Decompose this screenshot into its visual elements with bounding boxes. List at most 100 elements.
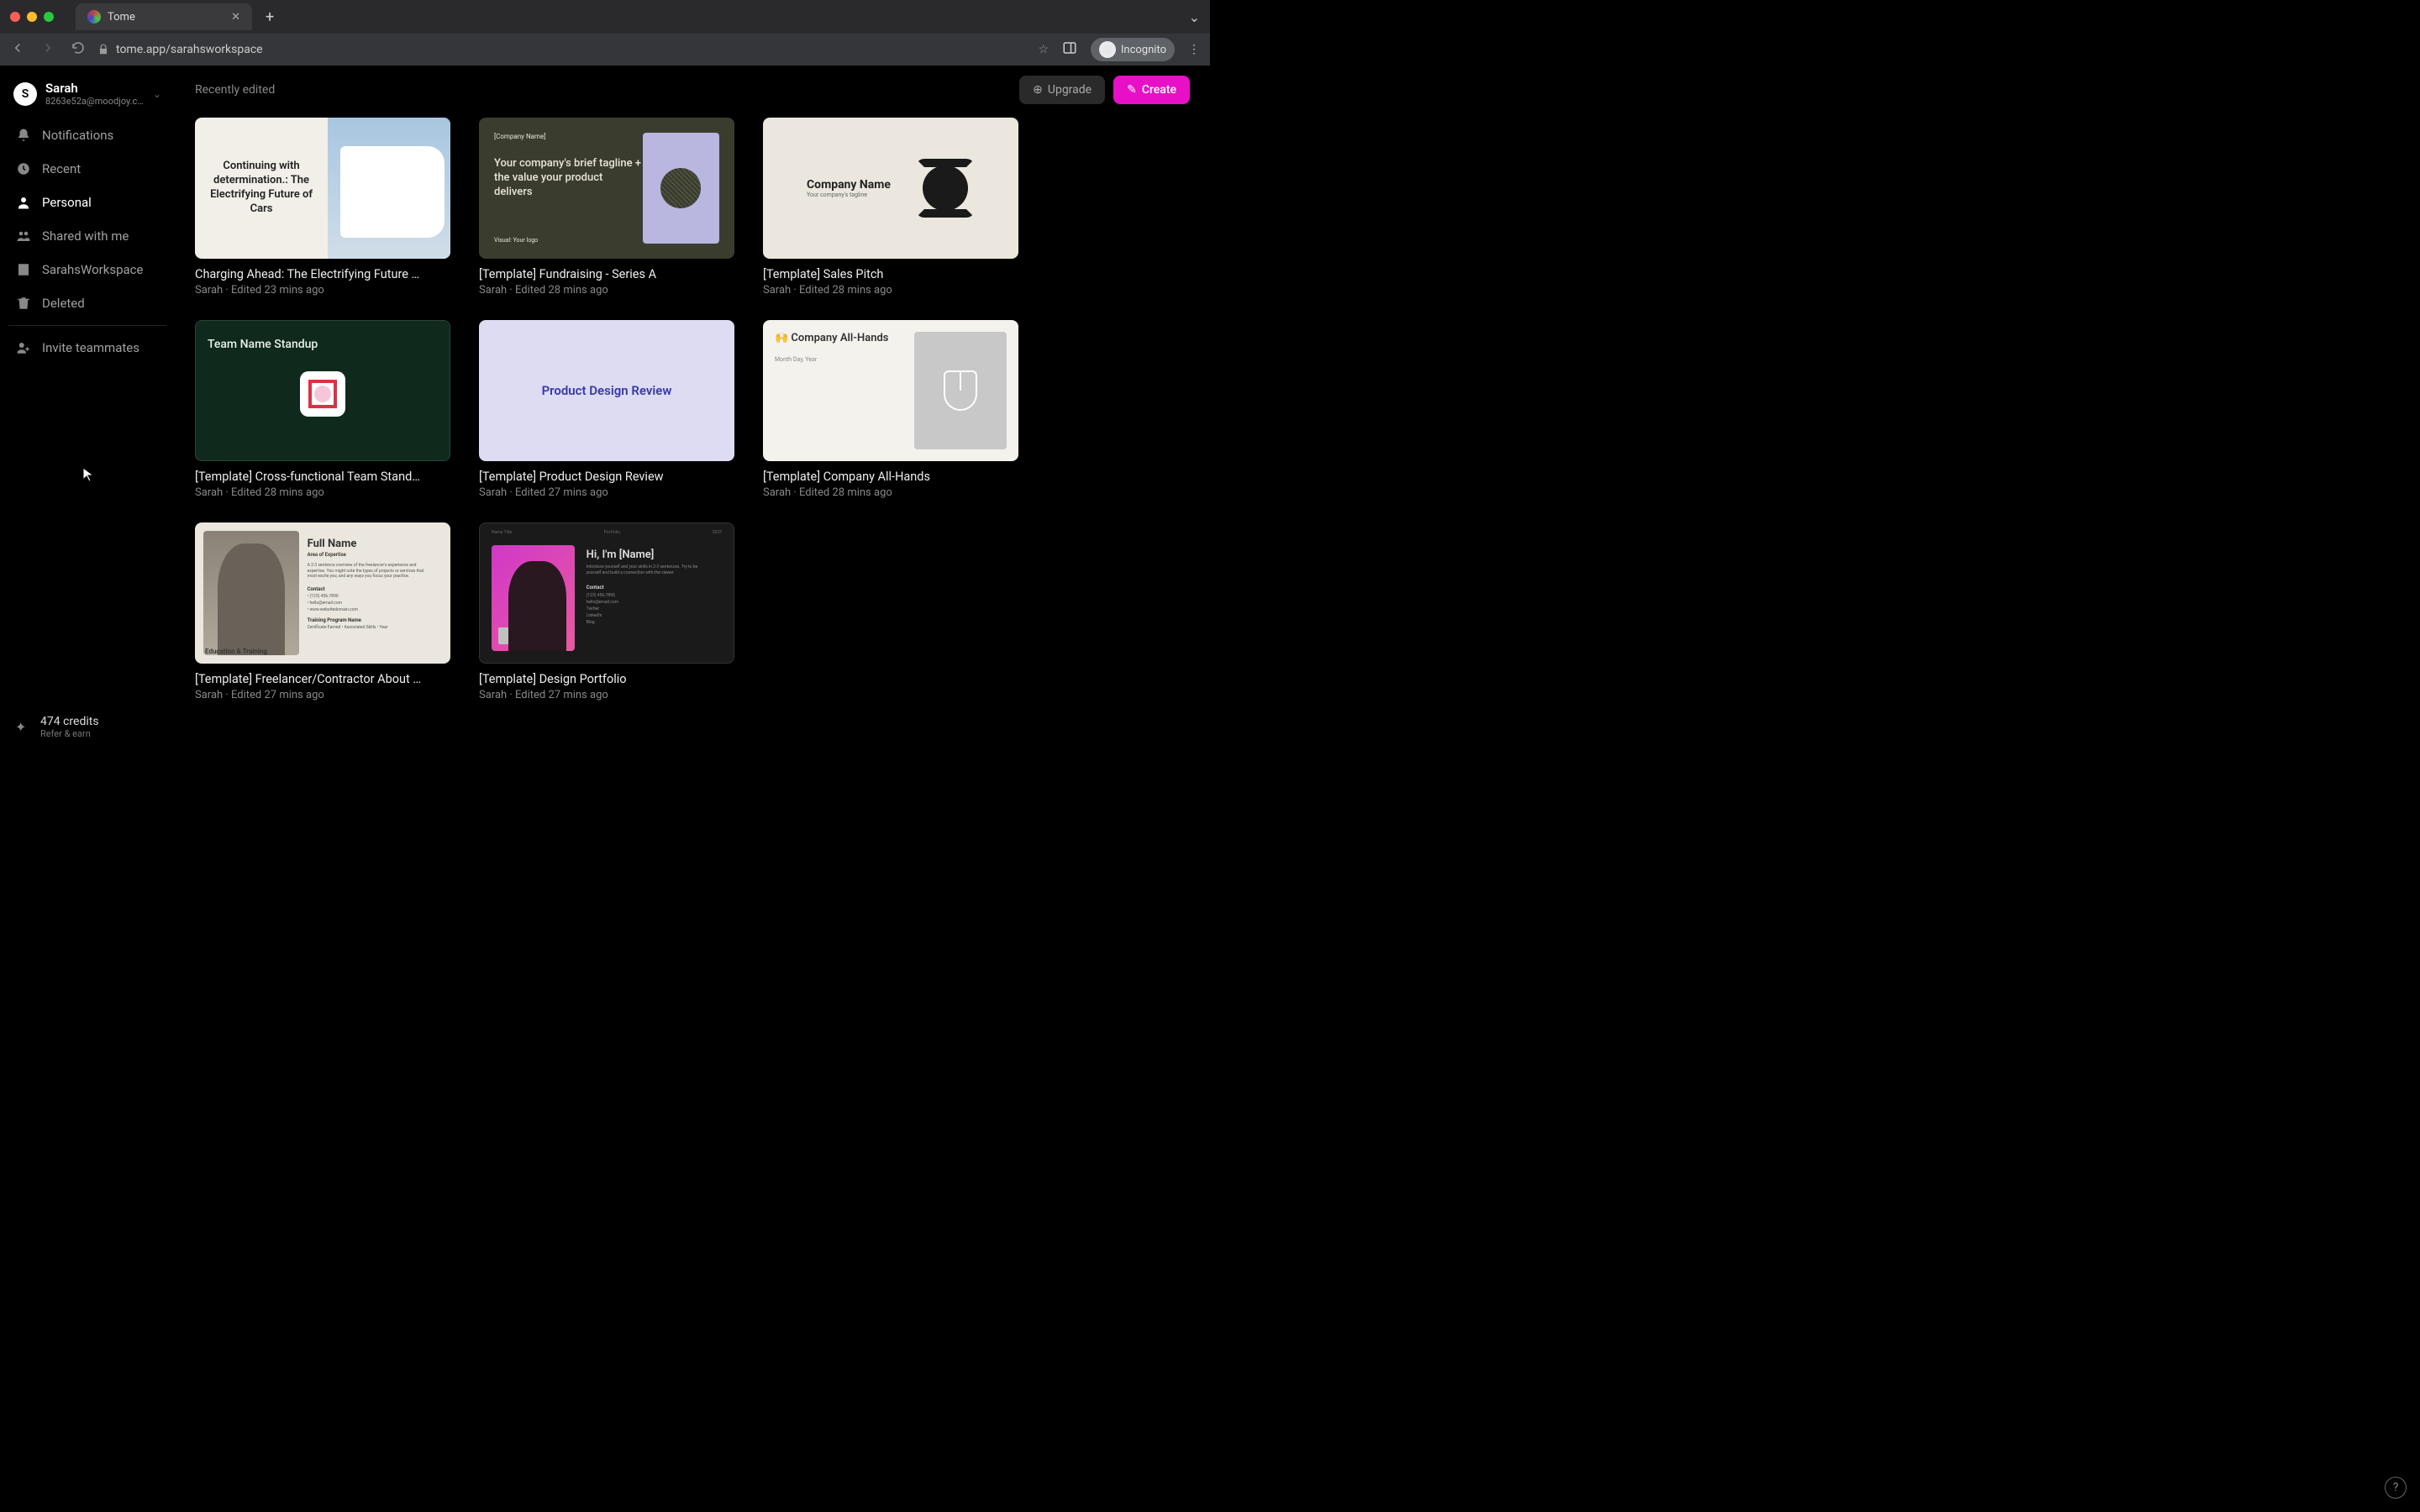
tome-card[interactable]: Company Name Your company's tagline [Tem…: [763, 118, 1018, 297]
thumb-edu-heading: Education & Training: [205, 648, 267, 655]
thumb-name: Full Name: [308, 538, 434, 550]
main-content: Recently edited ⊕ Upgrade ✎ Create Conti…: [175, 66, 1210, 756]
browser-tab[interactable]: Tome ✕: [76, 3, 252, 30]
tome-meta: Sarah · Edited 28 mins ago: [763, 486, 1018, 499]
sidebar-item-label: Personal: [42, 195, 92, 210]
sidebar-item-shared[interactable]: Shared with me: [8, 219, 166, 253]
tab-title: Tome: [108, 11, 135, 24]
tome-card[interactable]: Product Design Review [Template] Product…: [479, 320, 734, 499]
tome-card[interactable]: [Company Name] Your company's brief tagl…: [479, 118, 734, 297]
tome-card[interactable]: 🙌 Company All-Hands Month Day, Year [Tem…: [763, 320, 1018, 499]
new-tab-button[interactable]: +: [266, 8, 274, 26]
sparkle-icon: ✦: [15, 719, 32, 736]
browser-url-bar: tome.app/sarahsworkspace ☆ ◎ Incognito ⋮: [0, 34, 1210, 66]
url-text: tome.app/sarahsworkspace: [116, 43, 263, 56]
clock-icon: [15, 160, 32, 177]
thumb-headline: Continuing with determination.: The Elec…: [207, 160, 316, 217]
address-bar[interactable]: tome.app/sarahsworkspace: [97, 43, 1026, 56]
sidebar-item-deleted[interactable]: Deleted: [8, 286, 166, 320]
thumb-body: A 2-3 sentence overview of the freelance…: [308, 563, 434, 580]
tome-thumbnail: Company Name Your company's tagline: [763, 118, 1018, 259]
tome-card[interactable]: Name TitlePortfolio2023 Hi, I'm [Name] I…: [479, 522, 734, 701]
tome-meta: Sarah · Edited 28 mins ago: [479, 284, 734, 297]
upgrade-button[interactable]: ⊕ Upgrade: [1019, 76, 1105, 104]
tome-title: [Template] Product Design Review: [479, 470, 734, 484]
tome-meta: Sarah · Edited 28 mins ago: [763, 284, 1018, 297]
tome-thumbnail: Full Name Area of Expertise A 2-3 senten…: [195, 522, 450, 664]
circle-icon: [660, 168, 701, 208]
logo-icon: [916, 159, 975, 218]
user-name: Sarah: [45, 81, 145, 96]
create-button[interactable]: ✎ Create: [1113, 76, 1190, 104]
reload-button[interactable]: [71, 40, 86, 59]
credits-widget[interactable]: ✦ 474 credits Refer & earn: [8, 708, 166, 746]
thumb-email: • hello@email.com: [308, 601, 434, 606]
help-button[interactable]: ?: [2385, 1477, 2407, 1499]
tome-thumbnail: [Company Name] Your company's brief tagl…: [479, 118, 734, 259]
tabs-dropdown-icon[interactable]: ⌄: [1189, 9, 1200, 25]
thumb-greeting: Hi, I'm [Name]: [587, 549, 713, 561]
avatar: S: [13, 82, 37, 106]
sidebar-item-label: Invite teammates: [42, 340, 139, 355]
tome-thumbnail: Name TitlePortfolio2023 Hi, I'm [Name] I…: [479, 522, 734, 664]
thumb-twitter: Twitter: [587, 606, 713, 612]
thumb-title: Product Design Review: [542, 383, 672, 398]
close-window-button[interactable]: [10, 12, 20, 22]
tome-card[interactable]: Team Name Standup [Template] Cross-funct…: [195, 320, 450, 499]
thumb-program: Training Program Name: [308, 617, 434, 623]
tome-card[interactable]: Full Name Area of Expertise A 2-3 senten…: [195, 522, 450, 701]
thumb-linkedin: LinkedIn: [587, 612, 713, 619]
thumb-tagline: Your company's tagline: [807, 192, 891, 198]
thumb-intro: Introduce yourself and your skills in 2-…: [587, 564, 713, 576]
sidebar-item-recent[interactable]: Recent: [8, 152, 166, 186]
logo-icon: [300, 371, 345, 417]
tome-title: [Template] Fundraising - Series A: [479, 267, 734, 281]
back-button[interactable]: [10, 40, 25, 59]
tome-meta: Sarah · Edited 23 mins ago: [195, 284, 450, 297]
tome-card[interactable]: Continuing with determination.: The Elec…: [195, 118, 450, 297]
tome-thumbnail: Product Design Review: [479, 320, 734, 461]
tome-meta: Sarah · Edited 28 mins ago: [195, 486, 450, 499]
credits-sub: Refer & earn: [40, 728, 99, 739]
user-menu[interactable]: S Sarah 8263e52a@moodjoy.c… ⌄: [8, 76, 166, 112]
bookmark-icon[interactable]: ☆: [1038, 43, 1049, 56]
thumb-email: hello@email.com: [587, 599, 713, 606]
forward-button[interactable]: [40, 40, 55, 59]
incognito-icon: ◎: [1099, 41, 1116, 58]
panel-icon[interactable]: [1062, 40, 1077, 59]
tome-title: [Template] Company All-Hands: [763, 470, 1018, 484]
thumb-title: 🙌 Company All-Hands: [775, 332, 914, 344]
tome-thumbnail: Continuing with determination.: The Elec…: [195, 118, 450, 259]
close-tab-icon[interactable]: ✕: [231, 11, 240, 24]
browser-tab-bar: Tome ✕ + ⌄: [0, 0, 1210, 34]
tome-title: [Template] Freelancer/Contractor About …: [195, 672, 450, 686]
thumb-visual-note: Visual: Your logo: [494, 237, 643, 244]
sidebar-item-invite[interactable]: Invite teammates: [8, 331, 166, 365]
sidebar-item-workspace[interactable]: SarahsWorkspace: [8, 253, 166, 286]
thumb-tagline: Your company's brief tagline + the value…: [494, 157, 643, 200]
thumb-area: Area of Expertise: [308, 552, 434, 558]
thumb-phone: • (123) 456-7890: [308, 594, 434, 599]
sidebar-item-label: Shared with me: [42, 228, 129, 244]
thumb-site: • www.websitedomain.com: [308, 607, 434, 612]
minimize-window-button[interactable]: [27, 12, 37, 22]
sidebar-item-personal[interactable]: Personal: [8, 186, 166, 219]
incognito-badge[interactable]: ◎ Incognito: [1091, 38, 1175, 61]
shape-icon: [944, 370, 977, 411]
tome-meta: Sarah · Edited 27 mins ago: [195, 689, 450, 701]
chevron-down-icon: ⌄: [153, 88, 161, 100]
sidebar-item-notifications[interactable]: Notifications: [8, 118, 166, 152]
thumb-cert: Certificate Earned • Associated Skills •…: [308, 625, 434, 630]
browser-menu-icon[interactable]: ⋮: [1188, 43, 1200, 56]
people-icon: [15, 228, 32, 244]
divider: [8, 325, 166, 326]
tome-favicon-icon: [87, 10, 101, 24]
incognito-label: Incognito: [1121, 44, 1166, 56]
thumb-team-name: Team Name Standup: [208, 338, 438, 351]
sidebar-item-label: Recent: [42, 161, 81, 176]
person-icon: [15, 194, 32, 211]
thumb-company: [Company Name]: [494, 133, 643, 140]
maximize-window-button[interactable]: [44, 12, 54, 22]
thumb-date: Month Day, Year: [775, 356, 914, 363]
tome-meta: Sarah · Edited 27 mins ago: [479, 689, 734, 701]
